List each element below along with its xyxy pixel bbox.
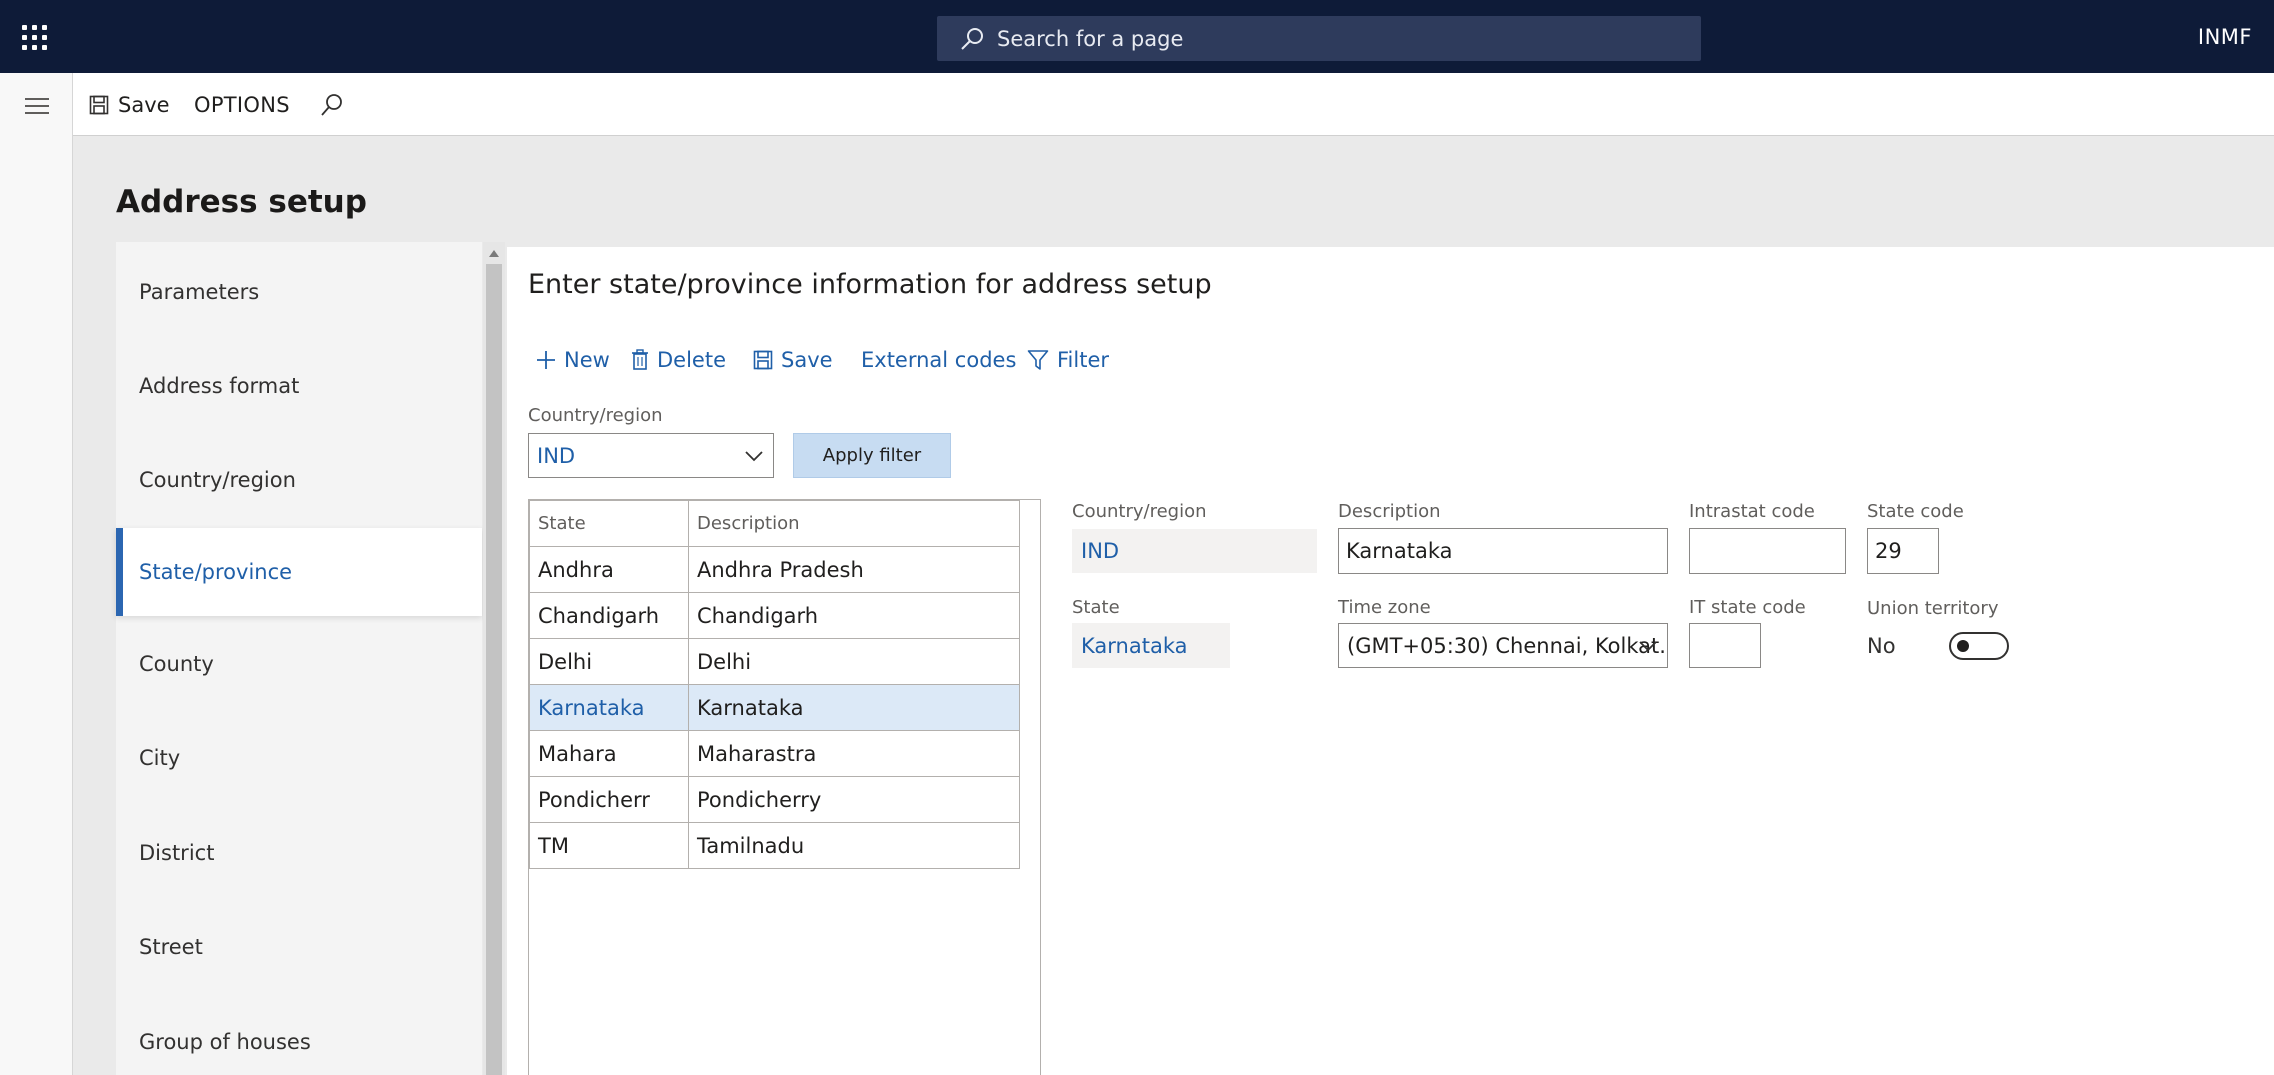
description-cell[interactable]: Pondicherry [688,776,1020,823]
grid-save-button-label: Save [781,348,833,372]
app-launcher-icon[interactable] [22,25,48,51]
table-row[interactable]: Delhi Delhi [529,638,1020,685]
navigation-rail [0,73,73,1075]
nav-item-county[interactable]: County [116,620,482,708]
filter-button[interactable]: Filter [1027,348,1109,372]
description-cell[interactable]: Karnataka [688,684,1020,731]
state-cell[interactable]: Pondicherr [529,776,689,823]
table-row[interactable]: Pondicherr Pondicherry [529,776,1020,823]
table-row[interactable]: TM Tamilnadu [529,822,1020,869]
detail-country-value[interactable]: IND [1072,529,1317,573]
state-code-field[interactable]: 29 [1867,528,1939,574]
delete-button-label: Delete [657,348,726,372]
options-tab[interactable]: OPTIONS [194,73,290,136]
chevron-down-icon [1639,640,1657,651]
time-zone-label: Time zone [1338,597,1431,618]
it-state-code-field[interactable] [1689,623,1761,668]
hamburger-menu-icon[interactable] [25,98,49,114]
nav-item-parameters[interactable]: Parameters [116,248,482,336]
state-grid: State Description Andhra Andhra Pradesh … [529,500,1020,869]
column-header-state[interactable]: State [529,500,689,547]
state-code-label: State code [1867,501,1964,522]
column-header-description[interactable]: Description [688,500,1020,547]
time-zone-select[interactable]: (GMT+05:30) Chennai, Kolkat... [1338,623,1668,668]
intrastat-code-field[interactable] [1689,528,1846,574]
save-icon [89,95,109,114]
union-territory-toggle[interactable] [1949,632,2009,660]
external-codes-button[interactable]: External codes [861,348,1016,372]
detail-state-value[interactable]: Karnataka [1072,623,1230,668]
left-navigation: Parameters Address format Country/region… [116,242,482,1075]
toggle-knob [1957,640,1969,652]
table-row[interactable]: Chandigarh Chandigarh [529,592,1020,639]
nav-item-street[interactable]: Street [116,903,482,991]
state-cell[interactable]: TM [529,822,689,869]
detail-state-label: State [1072,597,1120,618]
nav-item-city[interactable]: City [116,714,482,802]
search-placeholder: Search for a page [997,27,1184,51]
description-cell[interactable]: Maharastra [688,730,1020,777]
nav-item-country-region[interactable]: Country/region [116,436,482,524]
filter-button-label: Filter [1057,348,1110,372]
trash-icon [632,349,648,370]
delete-button[interactable]: Delete [631,348,726,372]
detail-description-label: Description [1338,501,1441,522]
country-filter-select[interactable]: IND [528,433,774,478]
scroll-up-arrow-icon[interactable] [489,250,499,257]
state-cell[interactable]: Delhi [529,638,689,685]
main-panel: Enter state/province information for add… [507,247,2274,1075]
country-filter-label: Country/region [528,405,663,426]
action-pane: Save OPTIONS [73,73,2274,136]
nav-item-group-of-houses[interactable]: Group of houses [116,998,482,1075]
union-territory-value: No [1867,634,1896,658]
table-row-selected[interactable]: Karnataka Karnataka [529,684,1020,731]
save-button[interactable]: Save [89,73,170,136]
save-button-label: Save [118,92,170,117]
save-icon [753,350,773,370]
description-cell[interactable]: Delhi [688,638,1020,685]
description-cell[interactable]: Chandigarh [688,592,1020,639]
new-button[interactable]: New [536,348,610,372]
nav-scrollbar[interactable] [483,242,505,1075]
detail-country-label: Country/region [1072,501,1207,522]
chevron-down-icon [745,450,763,461]
table-row[interactable]: Andhra Andhra Pradesh [529,546,1020,593]
filter-icon [1027,350,1049,370]
grid-save-button[interactable]: Save [753,348,833,372]
nav-item-state-province[interactable]: State/province [116,528,482,616]
state-cell[interactable]: Mahara [529,730,689,777]
section-title: Enter state/province information for add… [528,269,1212,300]
search-icon [961,28,983,50]
state-cell[interactable]: Andhra [529,546,689,593]
description-cell[interactable]: Andhra Pradesh [688,546,1020,593]
page-title: Address setup [116,184,367,220]
company-picker[interactable]: INMF [2198,25,2252,49]
intrastat-code-label: Intrastat code [1689,501,1815,522]
scrollbar-thumb[interactable] [486,264,502,1075]
plus-icon [537,351,555,369]
union-territory-label: Union territory [1867,598,1999,619]
it-state-code-label: IT state code [1689,597,1806,618]
grid-header-row: State Description [529,500,1020,547]
table-row[interactable]: Mahara Maharastra [529,730,1020,777]
search-icon [321,93,342,116]
state-cell[interactable]: Chandigarh [529,592,689,639]
action-search-button[interactable] [320,73,344,136]
state-cell[interactable]: Karnataka [529,684,689,731]
nav-item-address-format[interactable]: Address format [116,342,482,430]
nav-item-district[interactable]: District [116,809,482,897]
country-filter-value: IND [537,443,576,468]
time-zone-value: (GMT+05:30) Chennai, Kolkat... [1347,633,1668,658]
top-bar: Search for a page INMF [0,0,2274,73]
description-field[interactable]: Karnataka [1338,528,1668,574]
description-cell[interactable]: Tamilnadu [688,822,1020,869]
apply-filter-button[interactable]: Apply filter [793,433,951,478]
new-button-label: New [564,348,610,372]
page-search-box[interactable]: Search for a page [937,16,1701,61]
